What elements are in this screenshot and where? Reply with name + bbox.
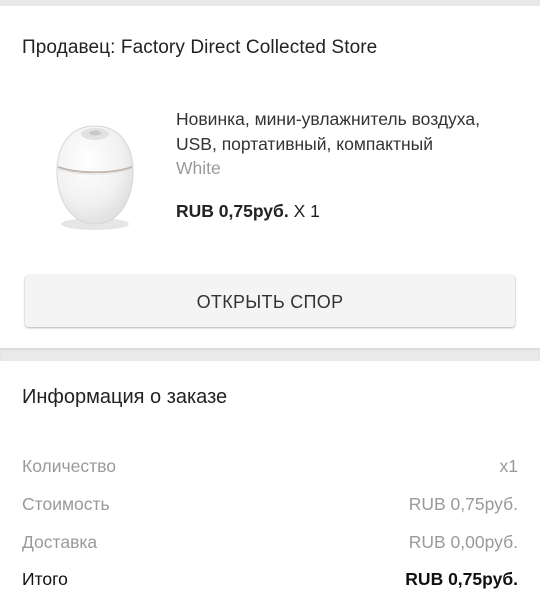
order-row-value: RUB 0,75руб. [408,494,518,514]
order-row-label: Доставка [22,532,98,552]
seller-card: Продавец: Factory Direct Collected Store [0,6,540,348]
product-item[interactable]: Новинка, мини-увлажнитель воздуха, USB, … [0,94,540,244]
product-quantity: X 1 [293,201,320,221]
order-row-label: Стоимость [22,494,110,514]
order-total-value: RUB 0,75руб. [405,569,518,589]
order-row-value: RUB 0,00руб. [408,532,518,552]
product-price: RUB 0,75руб. [176,201,289,221]
order-row-total: Итого RUB 0,75руб. [22,569,518,593]
product-variant: White [176,158,221,178]
section-divider [0,348,540,361]
product-price-row: RUB 0,75руб. X 1 [176,201,320,222]
seller-title[interactable]: Продавец: Factory Direct Collected Store [22,37,377,59]
order-info-card: Информация о заказе Количество x1 Стоимо… [0,361,540,614]
order-row-quantity: Количество x1 [22,456,518,480]
order-total-label: Итого [22,569,68,589]
order-row-label: Количество [22,456,116,476]
order-info-title: Информация о заказе [22,386,228,408]
product-thumbnail[interactable] [38,104,160,242]
open-dispute-button[interactable]: ОТКРЫТЬ СПОР [25,275,515,327]
product-name[interactable]: Новинка, мини-увлажнитель воздуха, USB, … [176,107,521,157]
order-row-value: x1 [499,456,518,476]
order-row-shipping: Доставка RUB 0,00руб. [22,532,518,556]
humidifier-image [56,125,134,230]
order-row-cost: Стоимость RUB 0,75руб. [22,494,518,518]
